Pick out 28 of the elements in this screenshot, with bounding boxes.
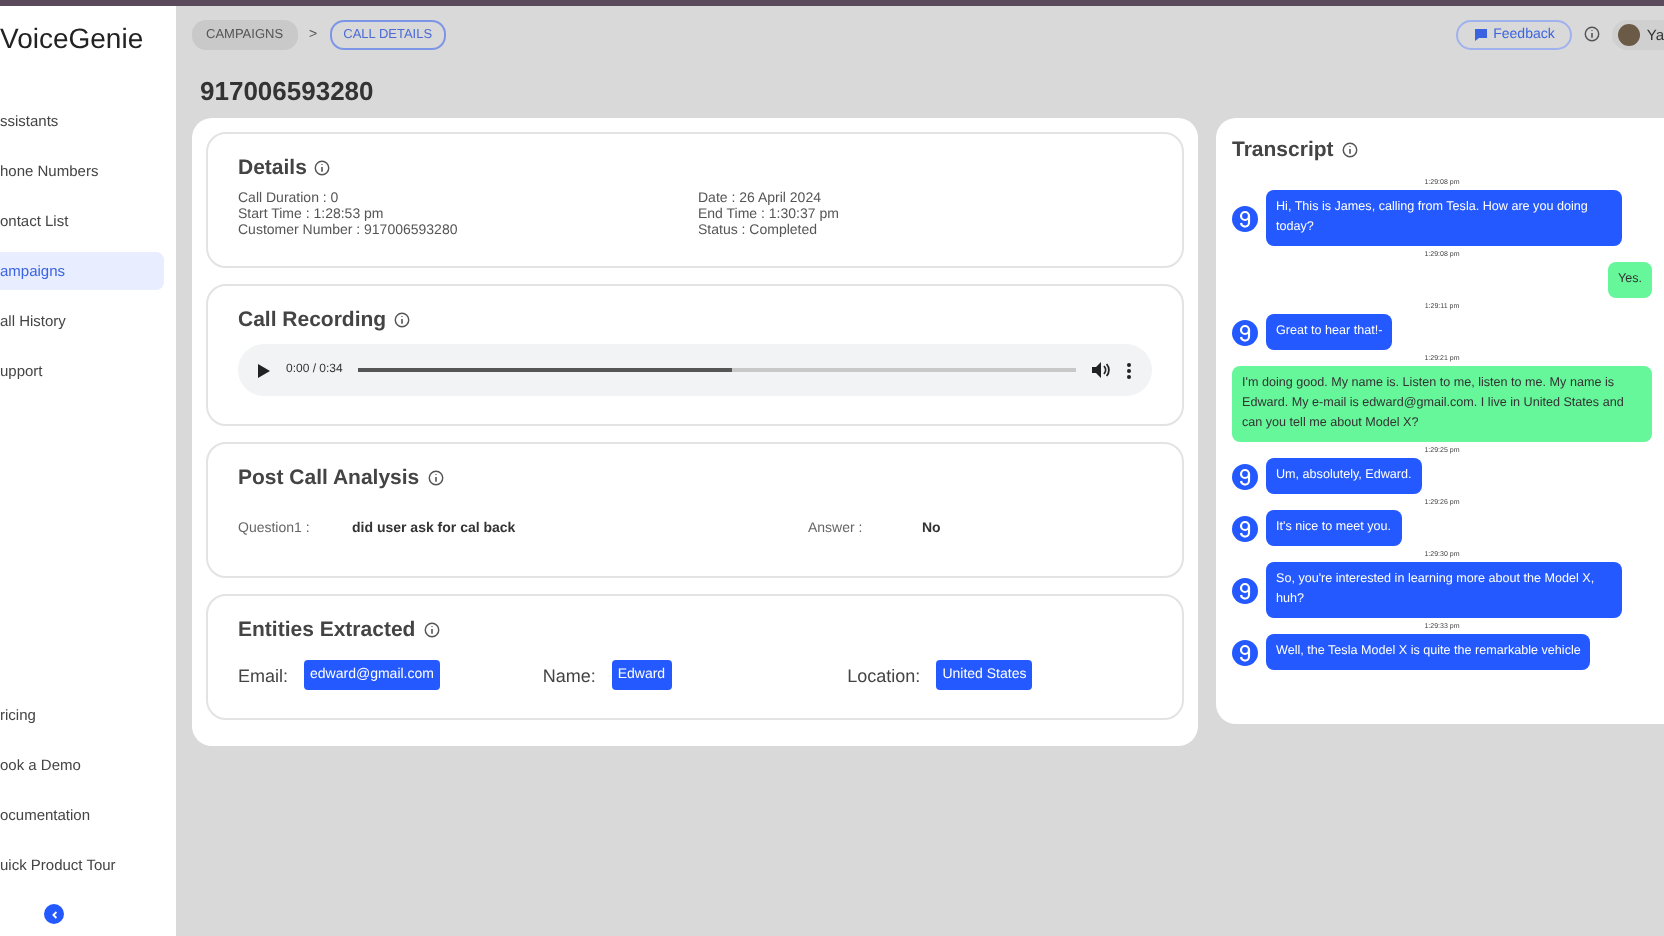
avatar-icon (1618, 23, 1641, 45)
section-title: Post Call Analysis (238, 466, 420, 490)
info-icon (427, 470, 444, 486)
section-title: Transcript (1232, 138, 1334, 162)
bot-avatar-icon (1232, 577, 1258, 603)
info-icon (1341, 142, 1358, 158)
info-icon (314, 160, 331, 176)
play-icon[interactable] (258, 363, 270, 377)
entity-label: Name: (542, 665, 596, 685)
entity-label: Email: (238, 665, 289, 685)
section-title: Entities Extracted (238, 618, 416, 642)
info-icon (1584, 26, 1601, 42)
collapse-icon[interactable] (44, 904, 64, 924)
info-icon (394, 312, 411, 328)
bot-avatar-icon (1232, 515, 1258, 541)
bot-avatar-icon (1232, 205, 1258, 231)
bot-avatar-icon (1232, 639, 1258, 665)
section-title: Details (238, 156, 307, 180)
message-icon (1473, 27, 1488, 41)
entity-label: Location: (847, 665, 921, 685)
volume-icon[interactable] (1092, 362, 1110, 378)
info-icon (423, 622, 440, 638)
app-logo: VoiceGenie (0, 22, 146, 54)
section-title: Call Recording (238, 308, 387, 332)
more-icon[interactable] (1126, 361, 1132, 379)
page-title: 917006593280 (200, 76, 376, 106)
bot-avatar-icon (1232, 319, 1258, 345)
bot-avatar-icon (1232, 463, 1258, 489)
